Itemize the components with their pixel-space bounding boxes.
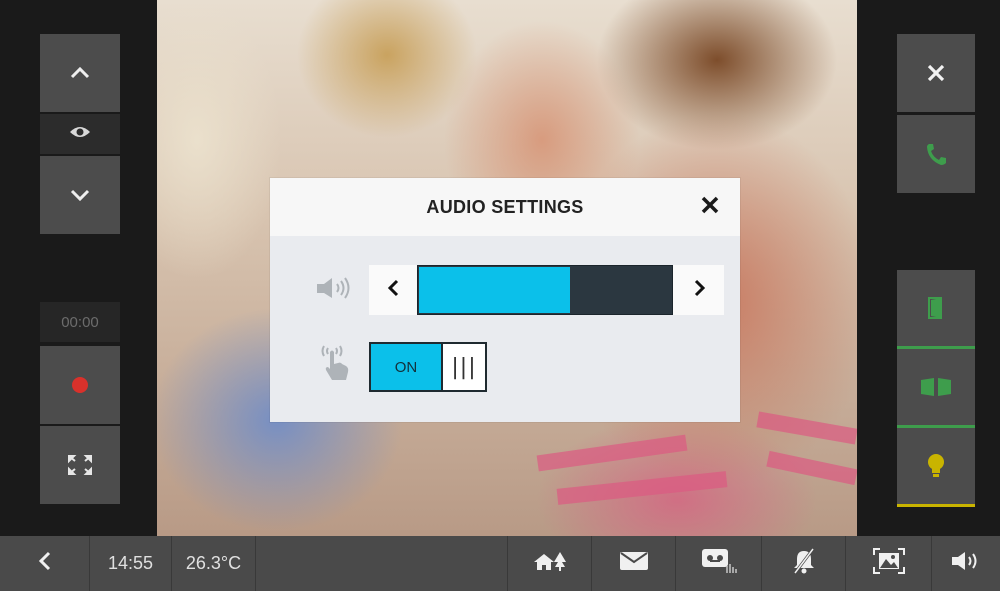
temperature-text: 26.3°C bbox=[185, 553, 242, 573]
close-icon bbox=[701, 196, 719, 219]
home-automation-button[interactable] bbox=[508, 536, 592, 591]
close-call-button[interactable] bbox=[897, 34, 975, 112]
volume-slider[interactable] bbox=[369, 265, 724, 315]
chevron-up-icon bbox=[70, 67, 90, 79]
voicemail-icon bbox=[701, 548, 737, 579]
toggle-state: ON bbox=[371, 344, 441, 390]
answer-call-button[interactable] bbox=[897, 115, 975, 193]
record-button[interactable] bbox=[40, 346, 120, 424]
picture-icon bbox=[872, 548, 905, 579]
close-icon bbox=[927, 64, 945, 82]
intercom-screen: 00:00 14:55 26.3°C AUDIO SETTINGS ON ||| bbox=[0, 0, 1000, 591]
voicemail-button[interactable] bbox=[676, 536, 762, 591]
toggle-knob[interactable]: ||| bbox=[441, 344, 485, 390]
dialog-header: AUDIO SETTINGS bbox=[270, 178, 740, 236]
volume-level-fill bbox=[419, 267, 570, 313]
gate-open-button[interactable] bbox=[897, 349, 975, 425]
messages-button[interactable] bbox=[592, 536, 676, 591]
clock: 14:55 bbox=[90, 536, 172, 591]
chevron-down-icon bbox=[70, 189, 90, 201]
recording-timer: 00:00 bbox=[40, 302, 120, 342]
speaker-icon bbox=[950, 550, 982, 577]
audio-settings-button[interactable] bbox=[932, 536, 1000, 591]
fullscreen-button[interactable] bbox=[40, 426, 120, 504]
phone-icon bbox=[925, 142, 947, 166]
dialog-title: AUDIO SETTINGS bbox=[426, 196, 584, 217]
back-button[interactable] bbox=[0, 536, 90, 591]
dialog-close-button[interactable] bbox=[696, 193, 724, 221]
camera-down-button[interactable] bbox=[40, 156, 120, 234]
clock-text: 14:55 bbox=[107, 553, 154, 573]
left-control-panel: 00:00 bbox=[0, 0, 157, 536]
back-icon bbox=[38, 551, 52, 576]
timer-text: 00:00 bbox=[61, 313, 99, 331]
eye-icon bbox=[69, 125, 91, 144]
light-button[interactable] bbox=[897, 428, 975, 504]
touch-sound-toggle[interactable]: ON ||| bbox=[369, 342, 487, 392]
volume-icon bbox=[316, 276, 354, 305]
ringer-mute-button[interactable] bbox=[762, 536, 846, 591]
mail-icon bbox=[619, 551, 649, 576]
volume-decrease-button[interactable] bbox=[369, 265, 417, 315]
door-icon bbox=[927, 296, 945, 320]
bottom-bar-spacer bbox=[256, 536, 508, 591]
mute-bell-icon bbox=[792, 548, 816, 579]
fullscreen-icon bbox=[67, 454, 93, 476]
audio-settings-dialog: AUDIO SETTINGS ON ||| bbox=[270, 178, 740, 422]
gate-icon bbox=[919, 376, 953, 398]
right-control-panel bbox=[857, 0, 1000, 536]
temperature: 26.3°C bbox=[172, 536, 256, 591]
record-icon bbox=[71, 376, 89, 394]
home-icon bbox=[532, 550, 568, 577]
chevron-left-icon bbox=[387, 279, 399, 302]
touch-sound-icon bbox=[318, 344, 354, 389]
camera-up-button[interactable] bbox=[40, 34, 120, 112]
image-adjust-button[interactable] bbox=[846, 536, 932, 591]
volume-track[interactable] bbox=[417, 265, 673, 315]
light-icon bbox=[926, 453, 946, 479]
chevron-right-icon bbox=[694, 279, 706, 302]
camera-view-indicator[interactable] bbox=[40, 114, 120, 154]
door-open-button[interactable] bbox=[897, 270, 975, 346]
bottom-bar: 14:55 26.3°C bbox=[0, 536, 1000, 591]
volume-increase-button[interactable] bbox=[676, 265, 724, 315]
